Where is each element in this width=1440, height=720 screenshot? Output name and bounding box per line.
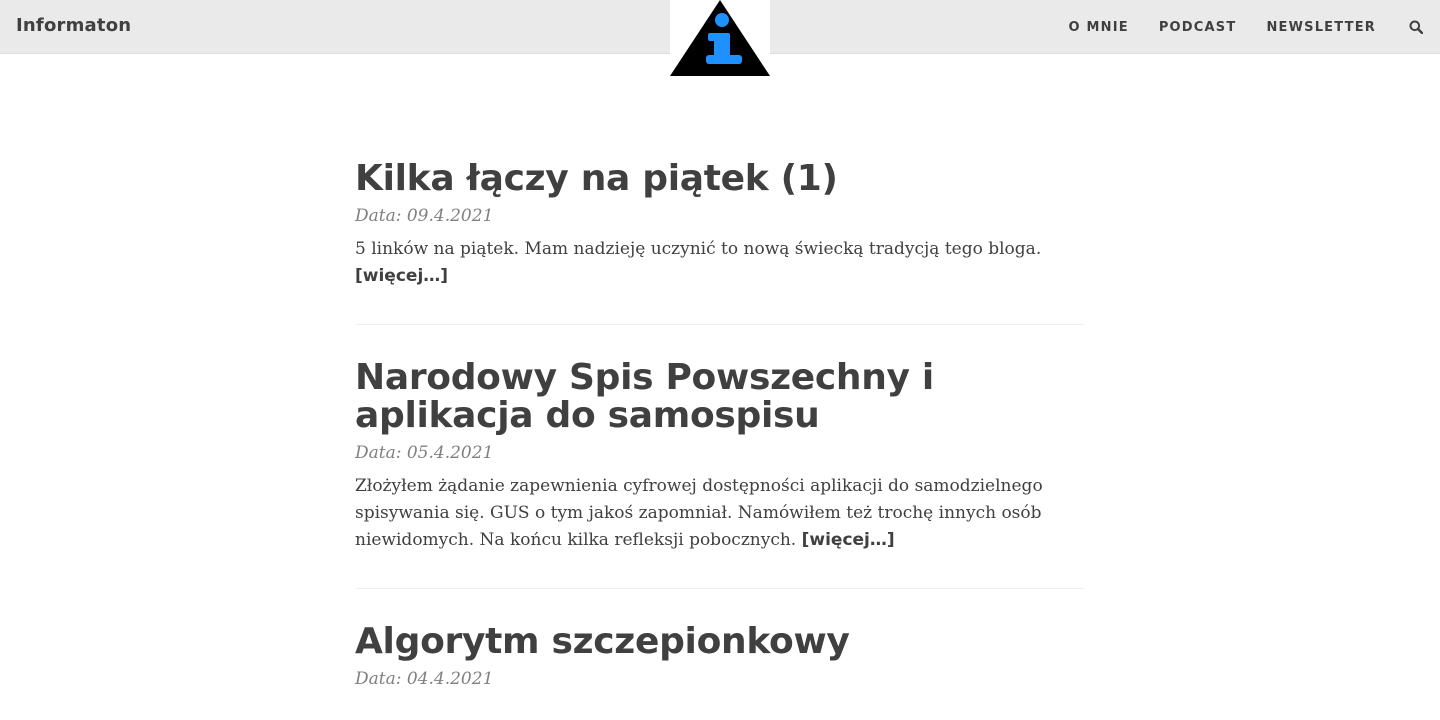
brand-link[interactable]: Informaton (16, 15, 131, 36)
post-date: Data: 05.4.2021 (355, 443, 494, 463)
post-excerpt: Złożyłem żądanie zapewnienia cyfrowej do… (355, 473, 1085, 588)
search-icon (1409, 20, 1423, 34)
main-nav: O MNIE PODCAST NEWSLETTER (1069, 0, 1440, 54)
info-triangle-logo-icon (670, 0, 770, 76)
post-title-link[interactable]: Algorytm szczepionkowy (355, 623, 1085, 661)
search-button[interactable] (1408, 19, 1424, 35)
read-more-link[interactable]: [więcej…] (802, 530, 895, 550)
post-excerpt: 5 linków na piątek. Mam nadzieję uczynić… (355, 236, 1085, 324)
navbar: Informaton O MNIE PODCAST NEWSLETTER (0, 0, 1440, 76)
site-logo[interactable] (670, 0, 770, 76)
post-excerpt-text: Złożyłem żądanie zapewnienia cyfrowej do… (355, 476, 1043, 550)
post-date: Data: 09.4.2021 (355, 206, 494, 226)
post-title-link[interactable]: Narodowy Spis Powszechny i aplikacja do … (355, 359, 1085, 435)
post-preview: Kilka łączy na piątek (1) Data: 09.4.202… (355, 160, 1085, 325)
post-title-link[interactable]: Kilka łączy na piątek (1) (355, 160, 1085, 198)
post-list: Kilka łączy na piątek (1) Data: 09.4.202… (355, 160, 1085, 689)
read-more-link[interactable]: [więcej…] (355, 266, 448, 286)
nav-link-newsletter[interactable]: NEWSLETTER (1266, 20, 1376, 35)
post-date: Data: 04.4.2021 (355, 669, 494, 689)
post-excerpt-text: 5 linków na piątek. Mam nadzieję uczynić… (355, 239, 1042, 259)
nav-link-podcast[interactable]: PODCAST (1159, 20, 1237, 35)
post-preview: Narodowy Spis Powszechny i aplikacja do … (355, 359, 1085, 589)
post-preview: Algorytm szczepionkowy Data: 04.4.2021 (355, 623, 1085, 690)
nav-link-o-mnie[interactable]: O MNIE (1069, 20, 1129, 35)
